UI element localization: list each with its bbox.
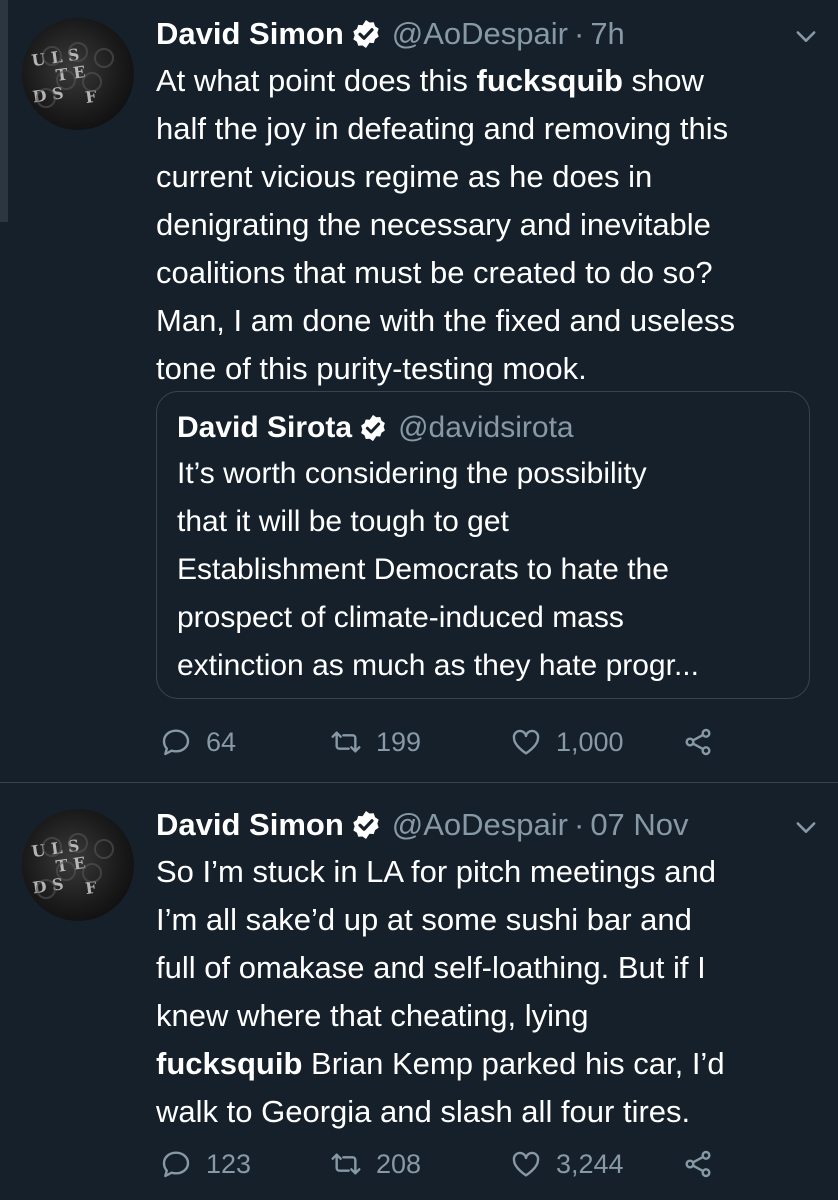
retweet-count: 208 <box>376 1148 422 1179</box>
separator: · <box>573 16 585 51</box>
text-segment-bold: fucksquib <box>476 63 623 98</box>
quote-display-name: David Sirota <box>177 411 353 444</box>
handle[interactable]: @AoDespair <box>392 16 568 52</box>
retweet-button[interactable]: 208 <box>330 1148 421 1180</box>
reply-icon <box>162 729 190 756</box>
like-button[interactable]: 3,244 <box>510 1148 624 1180</box>
tweet-text: So I’m stuck in LA for pitch meetings an… <box>156 848 826 1136</box>
verified-badge-icon <box>361 414 385 442</box>
text-segment: So I’m stuck in LA for pitch meetings an… <box>156 854 716 1033</box>
retweet-icon <box>331 1153 361 1175</box>
avatar[interactable]: U L S T E D S F <box>22 18 134 130</box>
reply-count: 123 <box>206 1148 252 1179</box>
handle[interactable]: @AoDespair <box>392 807 568 843</box>
text-segment: show half the joy in defeating and remov… <box>156 63 735 386</box>
like-icon <box>512 729 540 755</box>
display-name[interactable]: David Simon <box>156 16 344 52</box>
tweet[interactable]: U L S T E D S F David Simon @AoDespair ·… <box>0 783 838 1200</box>
chevron-down-icon[interactable] <box>792 813 820 841</box>
share-button[interactable] <box>682 1148 728 1180</box>
retweet-count: 199 <box>376 726 422 757</box>
share-icon <box>685 728 711 756</box>
tweet-text: At what point does this fucksquib show h… <box>156 57 826 393</box>
timestamp[interactable]: 07 Nov <box>590 807 688 843</box>
chevron-down-icon[interactable] <box>792 22 820 50</box>
share-icon <box>685 1150 711 1178</box>
retweet-button[interactable]: 199 <box>330 726 421 758</box>
quote-text: It’s worth considering the possibility t… <box>177 457 699 682</box>
timestamp[interactable]: 7h <box>590 16 624 52</box>
like-count: 1,000 <box>556 726 624 757</box>
text-segment-bold: fucksquib <box>156 1046 303 1081</box>
display-name[interactable]: David Simon <box>156 807 344 843</box>
tweet[interactable]: U L S T E D S F David Simon @AoDespair ·… <box>0 0 838 782</box>
like-button[interactable]: 1,000 <box>510 726 624 758</box>
verified-badge-icon <box>353 20 379 48</box>
share-button[interactable] <box>682 726 728 758</box>
reply-icon <box>162 1151 190 1178</box>
separator: · <box>573 807 585 842</box>
retweet-icon <box>331 731 361 753</box>
like-count: 3,244 <box>556 1148 624 1179</box>
tweet-header: David Simon @AoDespair · 7h <box>156 12 625 56</box>
text-segment: At what point does this <box>156 63 477 98</box>
avatar[interactable]: U L S T E D S F <box>22 809 134 921</box>
quoted-tweet[interactable]: David Sirota @davidsirota It’s worth con… <box>156 391 810 699</box>
verified-badge-icon <box>353 811 379 839</box>
reply-button[interactable]: 64 <box>160 726 236 758</box>
reply-button[interactable]: 123 <box>160 1148 251 1180</box>
quote-handle: @davidsirota <box>398 411 574 444</box>
quote-header: David Sirota @davidsirota <box>177 406 574 450</box>
tweet-header: David Simon @AoDespair · 07 Nov <box>156 803 689 847</box>
reply-count: 64 <box>206 726 237 757</box>
like-icon <box>512 1151 540 1177</box>
